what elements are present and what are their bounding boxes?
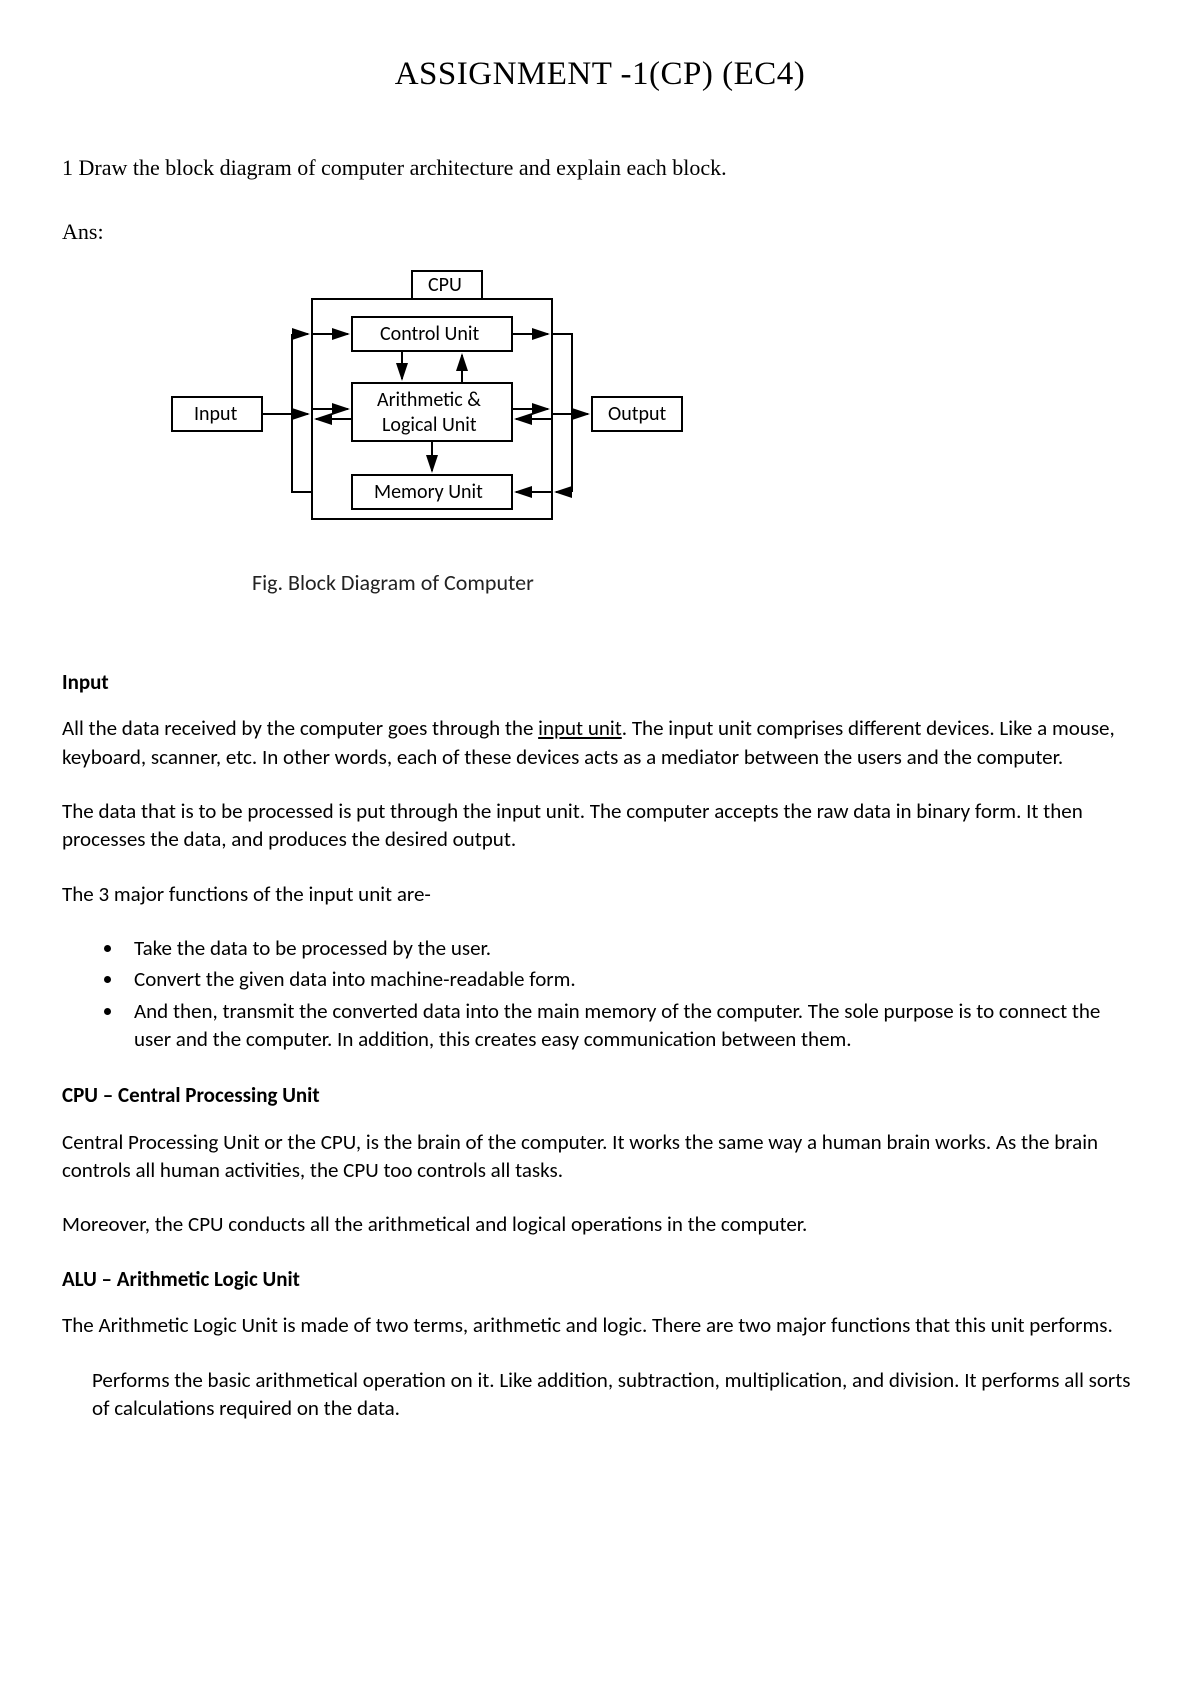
alu-label-2: Logical Unit [382, 413, 477, 437]
control-unit-label: Control Unit [380, 322, 479, 346]
alu-label-1: Arithmetic & [377, 388, 481, 412]
input-bullet-list: Take the data to be processed by the use… [62, 934, 1138, 1053]
block-diagram: CPU Control Unit Arithmetic & Logical Un… [142, 269, 702, 549]
input-box-label: Input [194, 402, 238, 426]
diagram-container: CPU Control Unit Arithmetic & Logical Un… [62, 269, 1138, 549]
input-para-2: The data that is to be processed is put … [62, 797, 1138, 854]
cpu-para-2: Moreover, the CPU conducts all the arith… [62, 1210, 1138, 1238]
list-item: Convert the given data into machine-read… [124, 965, 1138, 993]
memory-unit-label: Memory Unit [374, 480, 483, 504]
diagram-caption: Fig. Block Diagram of Computer [62, 569, 1138, 596]
input-para-3: The 3 major functions of the input unit … [62, 880, 1138, 908]
list-item: Take the data to be processed by the use… [124, 934, 1138, 962]
answer-label: Ans: [62, 219, 1138, 245]
cpu-heading: CPU – Central Processing Unit [62, 1081, 1138, 1109]
page-title: ASSIGNMENT -1(CP) (EC4) [62, 56, 1138, 93]
list-item: And then, transmit the converted data in… [124, 997, 1138, 1054]
input-para-1: All the data received by the computer go… [62, 714, 1138, 771]
input-p1a: All the data received by the computer go… [62, 715, 538, 741]
alu-para-2: Performs the basic arithmetical operatio… [62, 1366, 1138, 1423]
cpu-label: CPU [428, 273, 462, 297]
output-box-label: Output [608, 402, 666, 426]
alu-para-1: The Arithmetic Logic Unit is made of two… [62, 1311, 1138, 1339]
alu-heading: ALU – Arithmetic Logic Unit [62, 1265, 1138, 1293]
input-heading: Input [62, 668, 1138, 696]
question-text: 1 Draw the block diagram of computer arc… [62, 155, 1138, 181]
cpu-para-1: Central Processing Unit or the CPU, is t… [62, 1128, 1138, 1185]
input-unit-link[interactable]: input unit [538, 715, 622, 741]
